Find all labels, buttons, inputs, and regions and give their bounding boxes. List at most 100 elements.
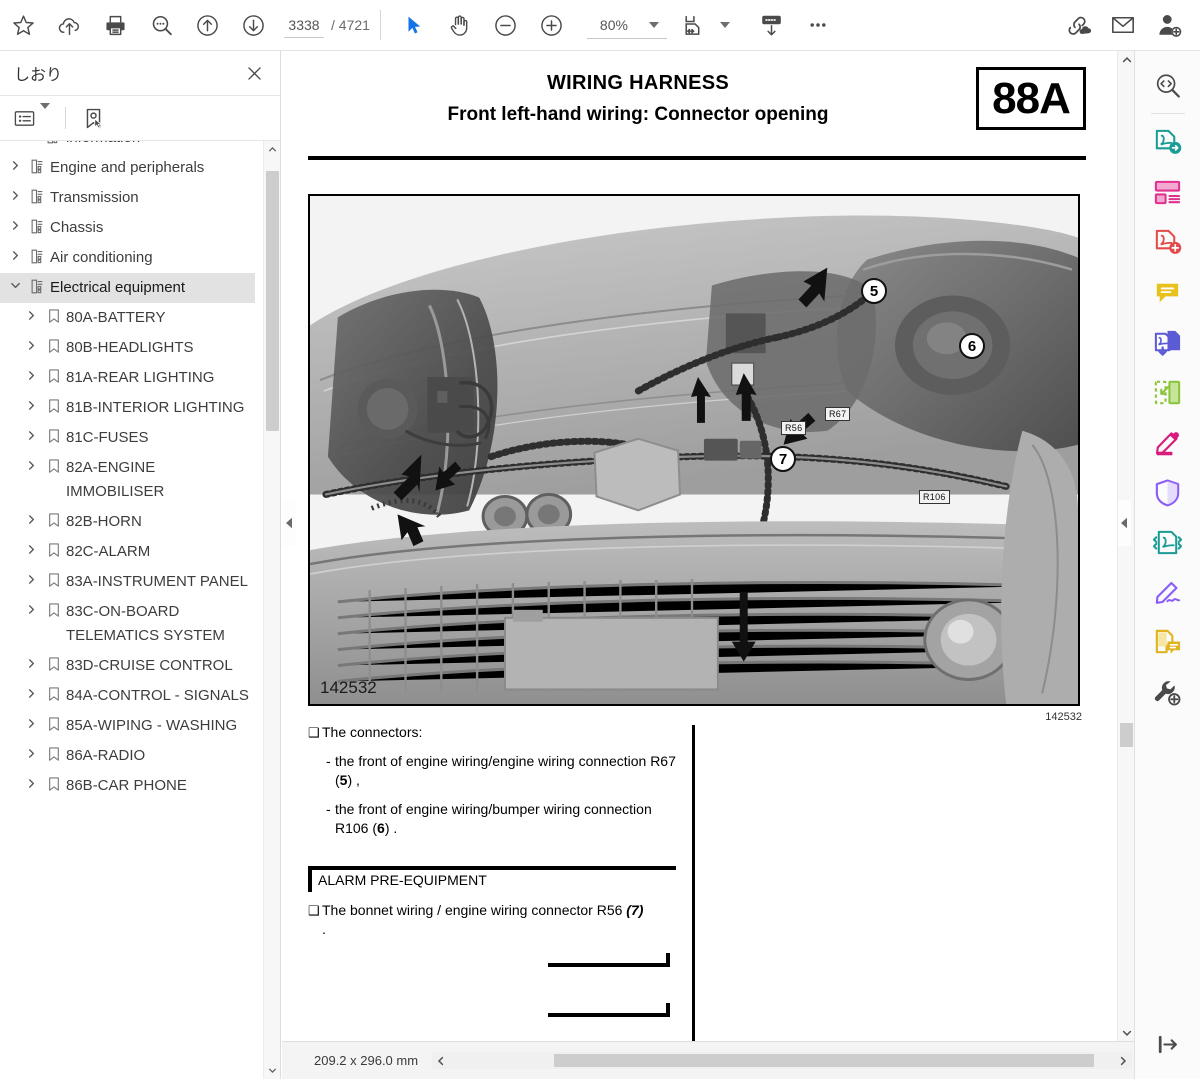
bookmark-tree-item[interactable]: Engine and peripherals <box>0 153 255 183</box>
chevron-right-icon[interactable] <box>20 426 42 441</box>
bookmark-tree-item[interactable]: 82A-ENGINE IMMOBILISER <box>0 453 255 507</box>
organize-pages-icon[interactable] <box>1143 167 1193 217</box>
chevron-right-icon[interactable] <box>20 336 42 351</box>
chevron-down-icon[interactable] <box>4 276 26 291</box>
folder-tree-icon <box>26 276 50 295</box>
previous-page-icon[interactable] <box>184 5 230 45</box>
bookmark-tree-item[interactable]: 80A-BATTERY <box>0 303 255 333</box>
bookmark-tree-item[interactable]: 81C-FUSES <box>0 423 255 453</box>
fill-sign-icon[interactable] <box>1143 567 1193 617</box>
chevron-right-icon[interactable] <box>4 216 26 231</box>
next-page-icon[interactable] <box>230 5 276 45</box>
horizontal-scroll-track[interactable] <box>450 1052 1114 1069</box>
hand-tool-icon[interactable] <box>437 5 483 45</box>
bookmark-icon <box>42 336 66 354</box>
chevron-right-icon[interactable] <box>20 540 42 555</box>
more-tools-icon[interactable] <box>1143 667 1193 717</box>
export-pdf-icon[interactable] <box>1143 117 1193 167</box>
collapse-left-panel-icon[interactable] <box>283 500 296 546</box>
chevron-right-icon[interactable] <box>20 600 42 615</box>
search-comment-icon[interactable] <box>138 5 184 45</box>
scroll-left-icon[interactable] <box>432 1052 450 1069</box>
alarm-bullet-suffix: . <box>322 921 326 937</box>
create-pdf-icon[interactable] <box>1143 217 1193 267</box>
bookmark-tree-item-label: 81B-INTERIOR LIGHTING <box>66 399 245 416</box>
bookmark-tree-item[interactable]: 83C-ON-BOARD TELEMATICS SYSTEM <box>0 597 255 651</box>
bookmark-tree-item[interactable]: 80B-HEADLIGHTS <box>0 333 255 363</box>
document-vertical-scrollbar[interactable] <box>1117 51 1134 1041</box>
print-icon[interactable] <box>92 5 138 45</box>
chevron-right-icon[interactable] <box>20 456 42 471</box>
bookmark-tree-item[interactable]: 82C-ALARM <box>0 537 255 567</box>
cloud-upload-icon[interactable] <box>46 5 92 45</box>
bookmark-tree-item[interactable]: 86B-CAR PHONE <box>0 771 255 801</box>
add-user-icon[interactable] <box>1146 5 1192 45</box>
bookmark-tree-item[interactable]: Chassis <box>0 213 255 243</box>
highlight-icon[interactable] <box>1143 417 1193 467</box>
close-icon[interactable] <box>240 59 268 87</box>
chevron-right-icon[interactable] <box>20 306 42 321</box>
combine-files-icon[interactable] <box>1143 317 1193 367</box>
bookmark-tree-item[interactable]: Transmission <box>0 183 255 213</box>
bookmark-tree-item[interactable]: 86A-RADIO <box>0 741 255 771</box>
new-bookmark-button[interactable] <box>78 102 109 134</box>
collapse-panel-icon[interactable] <box>1143 1019 1193 1069</box>
bookmark-tree-item[interactable]: information <box>0 141 255 153</box>
more-options-icon[interactable] <box>795 5 841 45</box>
scroll-up-icon[interactable] <box>264 141 280 158</box>
page-number-input[interactable]: 3338 <box>284 12 324 38</box>
protect-icon[interactable] <box>1143 467 1193 517</box>
bookmark-tree-item[interactable]: 81A-REAR LIGHTING <box>0 363 255 393</box>
chevron-right-icon[interactable] <box>20 684 42 699</box>
chevron-right-icon[interactable] <box>20 570 42 585</box>
zoom-level-control[interactable]: 80% <box>586 12 667 39</box>
bookmark-options-button[interactable] <box>10 102 53 134</box>
crop-pages-icon[interactable] <box>1143 367 1193 417</box>
chevron-down-icon[interactable] <box>641 12 667 38</box>
chevron-right-icon[interactable] <box>20 714 42 729</box>
fit-page-dropdown[interactable] <box>671 5 733 45</box>
bookmark-tree-item[interactable]: 82B-HORN <box>0 507 255 537</box>
bookmark-tree-item[interactable]: Air conditioning <box>0 243 255 273</box>
scroll-up-icon[interactable] <box>1118 51 1135 68</box>
chevron-right-icon[interactable] <box>4 246 26 261</box>
chevron-right-icon[interactable] <box>20 774 42 789</box>
select-tool-icon[interactable] <box>391 5 437 45</box>
search-document-icon[interactable] <box>1143 61 1193 111</box>
bookmark-star-icon[interactable] <box>0 5 46 45</box>
scroll-down-icon[interactable] <box>1118 1024 1135 1041</box>
document-scroll-thumb[interactable] <box>1120 723 1133 747</box>
fit-page-icon[interactable] <box>671 5 717 45</box>
horizontal-scrollbar[interactable] <box>432 1052 1132 1069</box>
comment-icon[interactable] <box>1143 267 1193 317</box>
bookmark-tree-item[interactable]: 83D-CRUISE CONTROL <box>0 651 255 681</box>
scroll-right-icon[interactable] <box>1114 1052 1132 1069</box>
sidebar-scrollbar[interactable] <box>263 141 280 1079</box>
chevron-right-icon[interactable] <box>4 186 26 201</box>
zoom-out-icon[interactable] <box>483 5 529 45</box>
export-download-icon[interactable] <box>749 5 795 45</box>
bookmark-tree-item[interactable]: Electrical equipment <box>0 273 255 303</box>
compress-pdf-icon[interactable] <box>1143 517 1193 567</box>
sidebar-scroll-thumb[interactable] <box>266 171 279 431</box>
stamp-comment-icon[interactable] <box>1143 617 1193 667</box>
scroll-down-icon[interactable] <box>264 1062 280 1079</box>
chevron-down-icon[interactable] <box>40 103 50 127</box>
email-icon[interactable] <box>1100 5 1146 45</box>
bookmark-tree-item[interactable]: 84A-CONTROL - SIGNALS <box>0 681 255 711</box>
share-link-cloud-icon[interactable] <box>1054 5 1100 45</box>
chevron-right-icon[interactable] <box>20 510 42 525</box>
bookmark-tree-item[interactable]: 83A-INSTRUMENT PANEL <box>0 567 255 597</box>
zoom-in-icon[interactable] <box>529 5 575 45</box>
chevron-right-icon[interactable] <box>20 654 42 669</box>
collapse-right-panel-icon[interactable] <box>1118 500 1131 546</box>
bookmark-tree-item[interactable]: 85A-WIPING - WASHING <box>0 711 255 741</box>
horizontal-scroll-thumb[interactable] <box>554 1054 1095 1067</box>
chevron-right-icon[interactable] <box>20 366 42 381</box>
bookmark-tree-item-label: Engine and peripherals <box>50 159 205 176</box>
chevron-right-icon[interactable] <box>4 156 26 171</box>
bookmark-tree-item[interactable]: 81B-INTERIOR LIGHTING <box>0 393 255 423</box>
chevron-right-icon[interactable] <box>20 744 42 759</box>
chevron-right-icon[interactable] <box>20 396 42 411</box>
fit-page-chevron-icon[interactable] <box>717 22 733 28</box>
